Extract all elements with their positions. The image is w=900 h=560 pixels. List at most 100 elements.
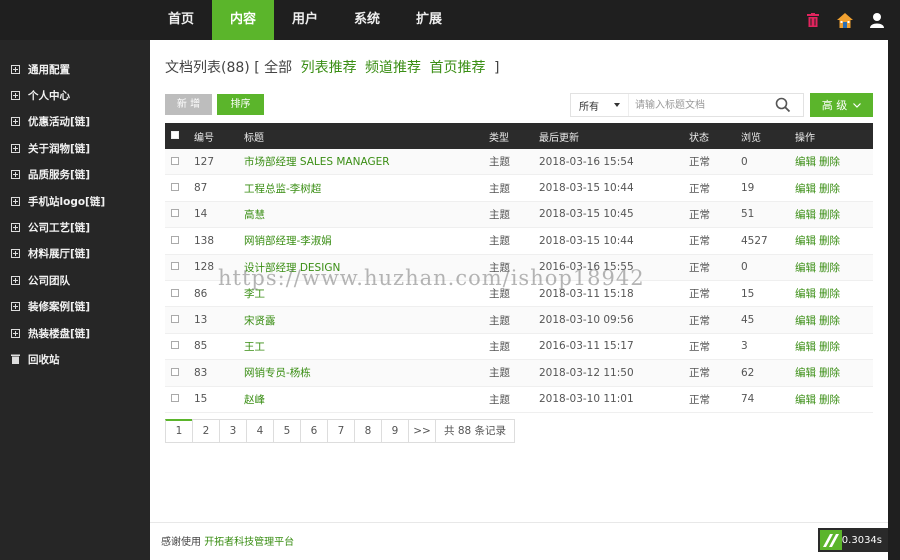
row-checkbox[interactable] <box>171 341 179 350</box>
nav-content[interactable]: 内容 <box>212 0 274 40</box>
sidebar-item-quality-service[interactable]: 品质服务[链] <box>0 162 150 188</box>
row-checkbox[interactable] <box>171 367 179 376</box>
cell-title-link[interactable]: 宋贤露 <box>244 313 489 328</box>
bracket-open: [ <box>254 60 260 76</box>
cell-id: 138 <box>194 234 215 247</box>
page-6-button[interactable]: 6 <box>300 419 328 443</box>
watermark-text: https://www.huzhan.com/ishop18942 <box>218 266 645 290</box>
filter-list-recommend[interactable]: 列表推荐 <box>301 60 357 76</box>
cell-views: 62 <box>741 366 755 379</box>
page-2-button[interactable]: 2 <box>192 419 220 443</box>
cell-actions: 编辑 删除 <box>795 365 873 380</box>
page-9-button[interactable]: 9 <box>381 419 409 443</box>
page-8-button[interactable]: 8 <box>354 419 382 443</box>
edit-link[interactable]: 编辑 <box>795 315 816 327</box>
row-checkbox[interactable] <box>171 262 179 271</box>
edit-link[interactable]: 编辑 <box>795 183 816 195</box>
filter-channel-recommend[interactable]: 频道推荐 <box>365 60 421 76</box>
delete-link[interactable]: 删除 <box>819 156 840 168</box>
edit-link[interactable]: 编辑 <box>795 341 816 353</box>
sidebar-item-about[interactable]: 关于润物[链] <box>0 135 150 161</box>
delete-link[interactable]: 删除 <box>819 262 840 274</box>
cell-title-link[interactable]: 高慧 <box>244 207 489 222</box>
table-row: 85 王工 主题 2016-03-11 15:17 正常 3 编辑 删除 <box>165 334 873 361</box>
delete-link[interactable]: 删除 <box>819 367 840 379</box>
sidebar-item-properties[interactable]: 热装楼盘[链] <box>0 320 150 346</box>
col-updated: 最后更新 <box>539 132 579 144</box>
delete-link[interactable]: 删除 <box>819 394 840 406</box>
row-checkbox[interactable] <box>171 235 179 244</box>
cell-updated: 2018-03-10 09:56 <box>539 314 634 327</box>
search-icon[interactable] <box>775 97 791 113</box>
sidebar-item-materials[interactable]: 材料展厅[链] <box>0 241 150 267</box>
nav-extensions[interactable]: 扩展 <box>398 0 460 40</box>
row-checkbox[interactable] <box>171 183 179 192</box>
edit-link[interactable]: 编辑 <box>795 288 816 300</box>
sidebar-item-promotions[interactable]: 优惠活动[链] <box>0 109 150 135</box>
sidebar-item-personal-center[interactable]: 个人中心 <box>0 82 150 108</box>
table-row: 138 网销部经理-李淑娟 主题 2018-03-15 10:44 正常 4527 编辑 删除 <box>165 228 873 255</box>
row-checkbox[interactable] <box>171 288 179 297</box>
expand-icon <box>11 275 20 285</box>
cell-id: 127 <box>194 155 215 168</box>
cell-title-link[interactable]: 网销专员-杨栋 <box>244 365 489 380</box>
select-all-checkbox[interactable] <box>171 130 179 139</box>
cell-title-link[interactable]: 赵峰 <box>244 392 489 407</box>
edit-link[interactable]: 编辑 <box>795 394 816 406</box>
sidebar-item-general-config[interactable]: 通用配置 <box>0 56 150 82</box>
edit-link[interactable]: 编辑 <box>795 209 816 221</box>
add-button[interactable]: 新 增 <box>165 94 212 115</box>
cell-title-link[interactable]: 市场部经理 SALES MANAGER <box>244 154 489 169</box>
delete-link[interactable]: 删除 <box>819 183 840 195</box>
nav-home[interactable]: 首页 <box>150 0 212 40</box>
page-4-button[interactable]: 4 <box>246 419 274 443</box>
delete-link[interactable]: 删除 <box>819 209 840 221</box>
row-checkbox[interactable] <box>171 315 179 324</box>
timer-value: 0.3034s <box>841 534 882 546</box>
sidebar-item-craft[interactable]: 公司工艺[链] <box>0 214 150 240</box>
cell-title-link[interactable]: 王工 <box>244 339 489 354</box>
cell-title-link[interactable]: 工程总监-李树超 <box>244 181 489 196</box>
sidebar-item-recycle-bin[interactable]: 回收站 <box>0 346 150 372</box>
trash-icon[interactable] <box>804 11 822 29</box>
home-icon[interactable] <box>836 11 854 29</box>
delete-link[interactable]: 删除 <box>819 341 840 353</box>
page-7-button[interactable]: 7 <box>327 419 355 443</box>
delete-link[interactable]: 删除 <box>819 288 840 300</box>
cell-title-link[interactable]: 网销部经理-李淑娟 <box>244 233 489 248</box>
table-row: 15 赵峰 主题 2018-03-10 11:01 正常 74 编辑 删除 <box>165 387 873 413</box>
edit-link[interactable]: 编辑 <box>795 156 816 168</box>
nav-users[interactable]: 用户 <box>274 0 336 40</box>
footer-product-link[interactable]: 开拓者科技管理平台 <box>204 537 294 548</box>
row-checkbox[interactable] <box>171 394 179 403</box>
row-checkbox[interactable] <box>171 156 179 165</box>
nav-system[interactable]: 系统 <box>336 0 398 40</box>
delete-link[interactable]: 删除 <box>819 315 840 327</box>
cell-actions: 编辑 删除 <box>795 181 873 196</box>
delete-link[interactable]: 删除 <box>819 235 840 247</box>
filter-home-recommend[interactable]: 首页推荐 <box>429 60 485 76</box>
edit-link[interactable]: 编辑 <box>795 235 816 247</box>
next-page-button[interactable]: >> <box>408 419 436 443</box>
search-input[interactable] <box>629 95 769 115</box>
user-icon[interactable] <box>868 11 886 29</box>
page-3-button[interactable]: 3 <box>219 419 247 443</box>
search-scope-select[interactable]: 所有 <box>571 94 629 116</box>
cell-actions: 编辑 删除 <box>795 154 873 169</box>
bracket-close: ] <box>493 60 500 76</box>
cell-status: 正常 <box>689 288 710 301</box>
filter-all[interactable]: 全部 <box>264 60 292 76</box>
advanced-search-button[interactable]: 高 级 <box>810 93 873 117</box>
page-5-button[interactable]: 5 <box>273 419 301 443</box>
sort-button[interactable]: 排序 <box>217 94 264 115</box>
cell-actions: 编辑 删除 <box>795 313 873 328</box>
row-checkbox[interactable] <box>171 209 179 218</box>
edit-link[interactable]: 编辑 <box>795 262 816 274</box>
edit-link[interactable]: 编辑 <box>795 367 816 379</box>
page-1-button[interactable]: 1 <box>165 419 193 443</box>
cell-updated: 2018-03-12 11:50 <box>539 366 634 379</box>
sidebar-item-team[interactable]: 公司团队 <box>0 267 150 293</box>
cell-status: 正常 <box>689 340 710 353</box>
sidebar-item-cases[interactable]: 装修案例[链] <box>0 294 150 320</box>
sidebar-item-mobile-logo[interactable]: 手机站logo[链] <box>0 188 150 214</box>
